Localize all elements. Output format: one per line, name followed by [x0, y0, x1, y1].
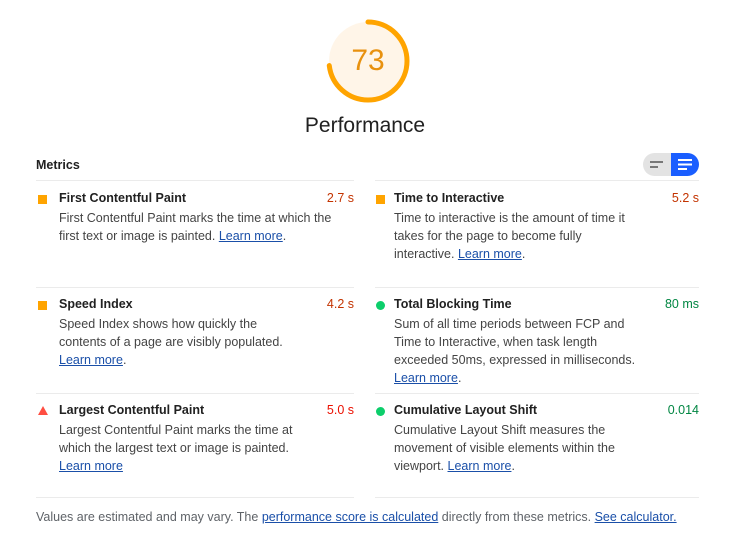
performance-label: Performance	[304, 114, 426, 137]
metric-title: Speed Index	[59, 297, 133, 311]
learn-more-link[interactable]: Learn more	[458, 247, 522, 261]
divider	[36, 497, 354, 498]
expand-view-button[interactable]	[671, 153, 699, 176]
metric-description: Sum of all time periods between FCP and …	[394, 315, 654, 387]
divider	[375, 180, 699, 181]
metric-value: 5.2 s	[671, 191, 699, 205]
metric-title: First Contentful Paint	[59, 191, 187, 205]
performance-score-calculated-link[interactable]: performance score is calculated	[262, 510, 438, 524]
performance-gauge-section: 73 Performance	[0, 0, 730, 150]
pass-circle-icon	[376, 407, 385, 416]
divider	[36, 393, 354, 394]
punctuation: .	[282, 229, 287, 243]
metric-description: Speed Index shows how quickly the conten…	[59, 315, 284, 369]
metric-title: Largest Contentful Paint	[59, 403, 205, 417]
metric-description: Cumulative Layout Shift measures the mov…	[394, 421, 629, 475]
footer-text: directly from these metrics.	[438, 510, 595, 524]
description-text: Sum of all time periods between FCP and …	[394, 317, 636, 367]
metrics-heading: Metrics	[36, 158, 80, 172]
metrics-view-toggle[interactable]	[643, 153, 699, 176]
metric-value: 80 ms	[664, 297, 699, 311]
learn-more-link[interactable]: Learn more	[59, 459, 123, 473]
performance-score: 73	[351, 44, 385, 77]
footer-text: Values are estimated and may vary. The	[36, 510, 262, 524]
punctuation: .	[122, 353, 127, 367]
metric-value: 0.014	[667, 403, 699, 417]
collapse-view-button[interactable]	[643, 153, 671, 176]
average-square-icon	[376, 195, 385, 204]
divider	[36, 180, 354, 181]
expanded-lines-icon	[678, 159, 692, 170]
learn-more-link[interactable]: Learn more	[219, 229, 283, 243]
see-calculator-link[interactable]: See calculator.	[595, 510, 677, 524]
metric-title: Total Blocking Time	[394, 297, 512, 311]
metric-description: Time to interactive is the amount of tim…	[394, 209, 644, 263]
learn-more-link[interactable]: Learn more	[448, 459, 512, 473]
divider	[375, 287, 699, 288]
divider	[375, 393, 699, 394]
collapsed-lines-icon	[650, 160, 663, 168]
average-square-icon	[38, 195, 47, 204]
footer-note: Values are estimated and may vary. The p…	[36, 510, 677, 524]
punctuation: .	[457, 371, 462, 385]
punctuation: .	[511, 459, 515, 473]
performance-gauge: 73	[325, 18, 411, 104]
divider	[375, 497, 699, 498]
metric-value: 2.7 s	[326, 191, 354, 205]
metric-title: Cumulative Layout Shift	[394, 403, 538, 417]
punctuation: .	[521, 247, 526, 261]
metric-description: First Contentful Paint marks the time at…	[59, 209, 344, 245]
description-text: First Contentful Paint marks the time at…	[59, 211, 332, 243]
description-text: Speed Index shows how quickly the conten…	[59, 317, 283, 349]
description-text: Largest Contentful Paint marks the time …	[59, 423, 293, 455]
learn-more-link[interactable]: Learn more	[59, 353, 123, 367]
metric-title: Time to Interactive	[394, 191, 505, 205]
divider	[36, 287, 354, 288]
pass-circle-icon	[376, 301, 385, 310]
fail-triangle-icon	[38, 406, 48, 415]
metric-description: Largest Contentful Paint marks the time …	[59, 421, 299, 475]
metric-value: 5.0 s	[326, 403, 354, 417]
average-square-icon	[38, 301, 47, 310]
metric-value: 4.2 s	[326, 297, 354, 311]
learn-more-link[interactable]: Learn more	[394, 371, 458, 385]
